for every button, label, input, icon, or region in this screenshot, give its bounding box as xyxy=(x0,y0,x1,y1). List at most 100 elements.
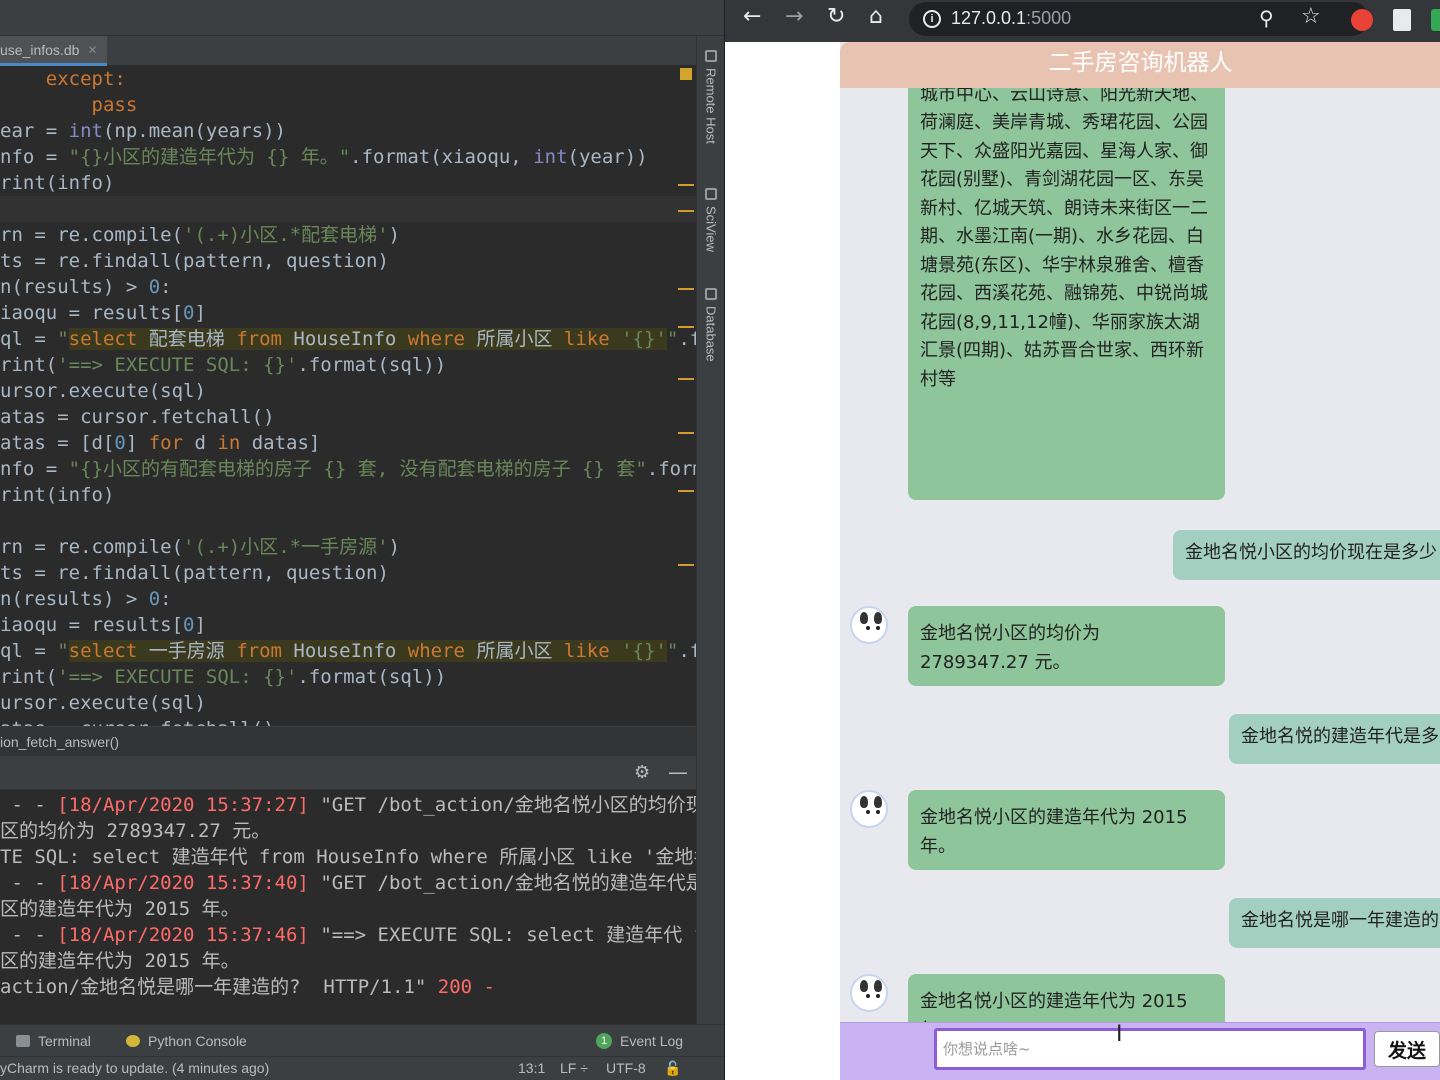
chat-input[interactable] xyxy=(934,1028,1366,1070)
side-tab-label: SciView xyxy=(703,206,719,253)
status-message[interactable]: yCharm is ready to update. (4 minutes ag… xyxy=(0,1060,269,1076)
code-line[interactable]: nfo = "{}小区的建造年代为 {} 年。".format(xiaoqu, … xyxy=(0,144,648,170)
bot-avatar xyxy=(850,606,888,644)
user-message: 金地名悦是哪一年建造的 xyxy=(1229,898,1440,948)
message-list[interactable]: 无锡后巴家、湖滨中城中安元、中隆城市中心、云山诗意、阳光新天地、荷澜庭、美岸青城… xyxy=(840,88,1440,1022)
tab-sciview[interactable]: SciView xyxy=(697,188,724,252)
browser-toolbar: ← → ↻ ⌂ i 127.0.0.1:5000 ⚲ ☆ xyxy=(725,0,1440,42)
minimize-icon[interactable]: — xyxy=(668,760,688,784)
code-line[interactable]: n(results) > 0: xyxy=(0,586,172,612)
back-icon[interactable]: ← xyxy=(743,4,761,30)
line-separator[interactable]: LF ÷ xyxy=(560,1060,588,1076)
code-line[interactable]: rint('==> EXECUTE SQL: {}'.format(sql)) xyxy=(0,664,446,690)
console-line[interactable]: 区的均价为 2789347.27 元。 xyxy=(0,818,270,844)
file-encoding[interactable]: UTF-8 xyxy=(606,1060,646,1076)
tab-event-log[interactable]: 1 Event Log xyxy=(596,1033,683,1049)
code-line[interactable]: nfo = "{}小区的有配套电梯的房子 {} 套, 没有配套电梯的房子 {} … xyxy=(0,456,696,482)
code-line[interactable]: except: xyxy=(0,66,126,92)
console-line[interactable]: - - [18/Apr/2020 15:37:40] "GET /bot_act… xyxy=(0,870,696,896)
breadcrumb[interactable]: ion_fetch_answer() xyxy=(0,726,696,756)
code-line[interactable]: ursor.execute(sql) xyxy=(0,378,206,404)
code-line[interactable]: atas = cursor.fetchall() xyxy=(0,716,275,726)
message-text: 无锡后巴家、湖滨中城中安元、中隆城市中心、云山诗意、阳光新天地、荷澜庭、美岸青城… xyxy=(920,88,1208,390)
forward-icon[interactable]: → xyxy=(785,4,803,30)
editor-tab[interactable]: use_infos.db ✕ xyxy=(0,36,108,66)
tab-remote-host[interactable]: Remote Host xyxy=(697,50,724,144)
editor-tab-label: use_infos.db xyxy=(0,41,80,58)
code-line[interactable]: iaoqu = results[0] xyxy=(0,612,206,638)
gear-icon[interactable]: ⚙ xyxy=(634,762,650,783)
console-line[interactable]: action/金地名悦是哪一年建造的? HTTP/1.1" 200 - xyxy=(0,974,495,1000)
extension-icon[interactable] xyxy=(1431,9,1440,31)
stripe-mark[interactable] xyxy=(678,490,694,492)
message-text: 金地名悦小区的建造年代为 2015 年。 xyxy=(920,991,1188,1022)
bot-message: 无锡后巴家、湖滨中城中安元、中隆城市中心、云山诗意、阳光新天地、荷澜庭、美岸青城… xyxy=(908,88,1225,500)
console-line[interactable]: 区的建造年代为 2015 年。 xyxy=(0,896,240,922)
warning-icon[interactable] xyxy=(680,68,692,80)
tool-tab-label: Python Console xyxy=(148,1033,247,1049)
url-port: :5000 xyxy=(1026,8,1072,28)
extension-icon[interactable] xyxy=(1393,9,1411,31)
code-line[interactable]: ursor.execute(sql) xyxy=(0,690,206,716)
code-line[interactable]: rn = re.compile('(.+)小区.*配套电梯') xyxy=(0,222,400,248)
user-message: 金地名悦小区的均价现在是多少 xyxy=(1173,530,1440,580)
zoom-icon[interactable]: ⚲ xyxy=(1259,6,1274,30)
chat-input-bar: 发送 xyxy=(840,1022,1440,1080)
info-icon[interactable]: i xyxy=(923,10,941,28)
bot-message: 金地名悦小区的均价为 2789347.27 元。 xyxy=(908,606,1225,686)
ide-title-bar xyxy=(0,0,724,36)
caret-position[interactable]: 13:1 xyxy=(518,1060,545,1076)
code-line[interactable]: ql = "select 一手房源 from HouseInfo where 所… xyxy=(0,638,696,664)
stripe-mark[interactable] xyxy=(678,210,694,212)
tab-terminal[interactable]: Terminal xyxy=(16,1033,91,1049)
home-icon[interactable]: ⌂ xyxy=(869,4,883,30)
stripe-mark[interactable] xyxy=(678,288,694,290)
reload-icon[interactable]: ↻ xyxy=(827,4,845,30)
console-line[interactable]: - - [18/Apr/2020 15:37:27] "GET /bot_act… xyxy=(0,792,696,818)
chat-title: 二手房咨询机器人 xyxy=(840,42,1440,88)
code-line[interactable]: rn = re.compile('(.+)小区.*一手房源') xyxy=(0,534,400,560)
message-text: 金地名悦的建造年代是多少 xyxy=(1241,726,1440,747)
stripe-mark[interactable] xyxy=(678,326,694,328)
stripe-mark[interactable] xyxy=(678,564,694,566)
code-line[interactable]: rint(info) xyxy=(0,482,114,508)
send-button[interactable]: 发送 xyxy=(1374,1031,1440,1067)
code-line[interactable]: pass xyxy=(0,92,138,118)
code-line[interactable]: atas = [d[0] for d in datas] xyxy=(0,430,320,456)
code-line[interactable]: ql = "select 配套电梯 from HouseInfo where 所… xyxy=(0,326,696,352)
extension-icon[interactable] xyxy=(1351,9,1373,31)
text-cursor-icon: I xyxy=(1116,1022,1123,1047)
url-host: 127.0.0.1 xyxy=(951,8,1027,28)
url-text[interactable]: 127.0.0.1:5000 xyxy=(951,8,1071,29)
code-line[interactable]: ear = int(np.mean(years)) xyxy=(0,118,286,144)
editor-tab-bar: use_infos.db ✕ xyxy=(0,36,724,66)
close-icon[interactable]: ✕ xyxy=(87,43,97,57)
console-line[interactable]: TE SQL: select 建造年代 from HouseInfo where… xyxy=(0,844,696,870)
code-line[interactable]: n(results) > 0: xyxy=(0,274,172,300)
code-line[interactable]: atas = cursor.fetchall() xyxy=(0,404,275,430)
lock-icon[interactable]: 🔓 xyxy=(664,1060,681,1077)
address-bar[interactable]: i 127.0.0.1:5000 ⚲ ☆ xyxy=(909,2,1369,36)
code-line[interactable]: ts = re.findall(pattern, question) xyxy=(0,248,389,274)
code-line[interactable]: rint(info) xyxy=(0,170,114,196)
bot-avatar xyxy=(850,974,888,1012)
side-tab-label: Database xyxy=(703,306,719,362)
code-line[interactable]: iaoqu = results[0] xyxy=(0,300,206,326)
stripe-mark[interactable] xyxy=(678,184,694,186)
star-icon[interactable]: ☆ xyxy=(1301,4,1321,29)
console-line[interactable]: - - [18/Apr/2020 15:37:46] "==> EXECUTE … xyxy=(0,922,696,948)
web-page: 二手房咨询机器人 无锡后巴家、湖滨中城中安元、中隆城市中心、云山诗意、阳光新天地… xyxy=(725,42,1440,1080)
message-text: 金地名悦是哪一年建造的 xyxy=(1241,910,1439,931)
message-text: 金地名悦小区的均价现在是多少 xyxy=(1185,542,1437,563)
code-line[interactable] xyxy=(0,196,696,222)
console-line[interactable]: 区的建造年代为 2015 年。 xyxy=(0,948,240,974)
python-icon xyxy=(126,1035,140,1047)
tab-python-console[interactable]: Python Console xyxy=(126,1033,247,1049)
code-line[interactable]: rint('==> EXECUTE SQL: {}'.format(sql)) xyxy=(0,352,446,378)
code-editor[interactable]: except: pass ear = int(np.mean(years)) nfo… xyxy=(0,66,696,726)
stripe-mark[interactable] xyxy=(678,378,694,380)
tab-database[interactable]: Database xyxy=(697,288,724,362)
stripe-mark[interactable] xyxy=(678,432,694,434)
code-line[interactable]: ts = re.findall(pattern, question) xyxy=(0,560,389,586)
run-console[interactable]: - - [18/Apr/2020 15:37:27] "GET /bot_act… xyxy=(0,790,696,1024)
